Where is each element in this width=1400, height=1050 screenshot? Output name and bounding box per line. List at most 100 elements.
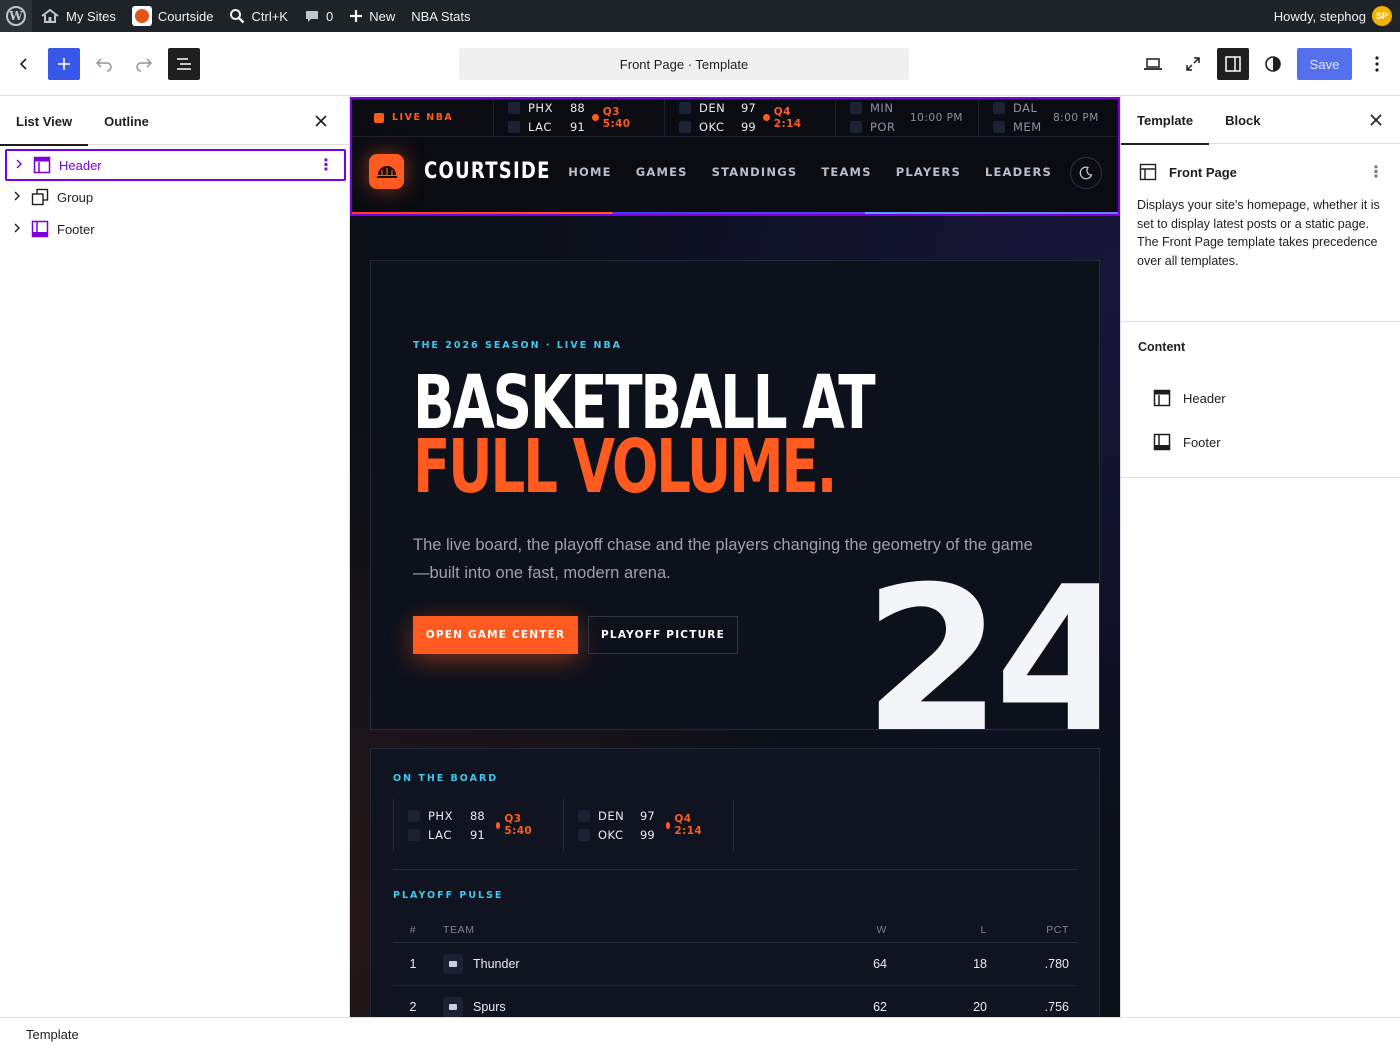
- list-item-footer[interactable]: Footer: [5, 213, 346, 245]
- options-menu-button[interactable]: [1361, 48, 1393, 80]
- tab-template[interactable]: Template: [1121, 97, 1210, 145]
- template-actions-icon[interactable]: ⋮: [1368, 162, 1384, 182]
- tipoff-time: 10:00 PM: [910, 111, 963, 124]
- command-search-button[interactable]: Ctrl+K: [221, 0, 295, 32]
- theme-toggle-button[interactable]: [1070, 157, 1102, 189]
- primary-nav: HOME GAMES STANDINGS TEAMS PLAYERS LEADE…: [568, 165, 1052, 179]
- settings-sidebar-toggle[interactable]: [1217, 48, 1249, 80]
- ticker-game[interactable]: DAL MEM 8:00 PM: [979, 99, 1118, 136]
- ticker-game[interactable]: MIN POR 10:00 PM: [836, 99, 979, 136]
- list-item-header[interactable]: Header ⋮: [5, 149, 346, 181]
- undo-icon: [95, 58, 112, 72]
- document-overview-button[interactable]: [168, 48, 200, 80]
- playoff-picture-button[interactable]: PLAYOFF PICTURE: [588, 616, 738, 654]
- plus-icon: [58, 58, 70, 70]
- thunder-logo-icon: [679, 121, 691, 133]
- ticker-game[interactable]: PHX 88 LAC 91 Q3 5:40: [494, 99, 665, 136]
- playoff-pulse-label: PLAYOFF PULSE: [393, 890, 504, 901]
- table-row[interactable]: 1 Thunder 64 18 .780: [393, 943, 1077, 986]
- nav-teams[interactable]: TEAMS: [821, 165, 871, 179]
- document-title-bar[interactable]: Front Page · Template: [459, 48, 909, 80]
- search-icon: [230, 9, 245, 24]
- undo-button[interactable]: [88, 48, 120, 80]
- hero-big-number: 24: [863, 544, 1100, 730]
- close-sidebar-button[interactable]: [1364, 108, 1388, 132]
- new-content-menu[interactable]: New: [341, 0, 403, 32]
- content-item-header[interactable]: Header: [1137, 376, 1384, 420]
- list-item-group[interactable]: Group: [5, 181, 346, 213]
- board-game[interactable]: DEN 97 OKC 99 Q4 2:14: [563, 799, 734, 851]
- mavericks-logo-icon: [993, 102, 1005, 114]
- board-game[interactable]: PHX 88 LAC 91 Q3 5:40: [393, 799, 564, 851]
- ticker-game[interactable]: DEN 97 OKC 99 Q4 2:14: [665, 99, 836, 136]
- game-clock: Q4 2:14: [662, 813, 719, 837]
- nav-leaders[interactable]: LEADERS: [985, 165, 1052, 179]
- site-title[interactable]: COURTSIDE: [424, 159, 551, 184]
- sidebar-icon: [1225, 56, 1241, 72]
- thunder-logo-icon: [578, 828, 590, 841]
- nav-home[interactable]: HOME: [568, 165, 612, 179]
- house-icon: [41, 8, 59, 23]
- nba-stats-link[interactable]: NBA Stats: [403, 0, 478, 32]
- block-options-icon[interactable]: ⋮: [318, 155, 334, 175]
- preview-device-button[interactable]: [1137, 48, 1169, 80]
- footer-template-part-icon: [1153, 433, 1171, 451]
- editor-canvas[interactable]: LIVE NBA PHX 88 LAC 91 Q3 5:40 DEN 97 OKC 99…: [350, 97, 1120, 1017]
- clippers-logo-icon: [408, 828, 420, 841]
- game-clock: Q3 5:40: [592, 106, 664, 130]
- styles-button[interactable]: [1257, 48, 1289, 80]
- nav-players[interactable]: PLAYERS: [896, 165, 961, 179]
- block-inserter-button[interactable]: [48, 48, 80, 80]
- blazers-logo-icon: [850, 121, 862, 133]
- plus-icon: [350, 10, 363, 22]
- open-game-center-button[interactable]: OPEN GAME CENTER: [413, 616, 578, 654]
- template-content-section: Content Header Footer: [1121, 322, 1400, 478]
- hero-headline: BASKETBALL AT FULL VOLUME.: [413, 360, 876, 510]
- save-button[interactable]: Save: [1297, 48, 1352, 80]
- vertical-dots-icon: [1375, 56, 1379, 72]
- nav-standings[interactable]: STANDINGS: [712, 165, 798, 179]
- site-header-block[interactable]: LIVE NBA PHX 88 LAC 91 Q3 5:40 DEN 97 OKC 99…: [350, 97, 1120, 216]
- template-title: Front Page: [1169, 164, 1237, 180]
- courtside-logo-icon[interactable]: [369, 154, 404, 189]
- tab-block[interactable]: Block: [1209, 97, 1276, 144]
- expand-chevron-icon[interactable]: [7, 191, 27, 204]
- expand-chevron-icon[interactable]: [7, 223, 27, 236]
- redo-icon: [136, 58, 153, 72]
- site-basketball-icon: [131, 6, 152, 26]
- list-view-icon: [177, 58, 191, 70]
- tipoff-time: 8:00 PM: [1053, 111, 1099, 124]
- wordpress-logo-button[interactable]: W: [0, 0, 32, 32]
- score-ticker: LIVE NBA PHX 88 LAC 91 Q3 5:40 DEN 97 OKC 99…: [352, 99, 1118, 137]
- board-section[interactable]: ON THE BOARD PHX 88 LAC 91 Q3 5:40 DEN 97 O…: [370, 748, 1100, 1017]
- comments-button[interactable]: 0: [296, 0, 341, 32]
- zoom-out-button[interactable]: [1177, 48, 1209, 80]
- live-badge: LIVE NBA: [352, 99, 494, 136]
- my-sites-menu[interactable]: My Sites: [32, 0, 124, 32]
- group-icon: [31, 188, 49, 206]
- divider: [393, 869, 1077, 870]
- back-button[interactable]: [8, 48, 40, 80]
- footer-template-part-icon: [31, 220, 49, 238]
- nav-games[interactable]: GAMES: [636, 165, 688, 179]
- tab-list-view[interactable]: List View: [0, 97, 89, 146]
- hero-section[interactable]: THE 2026 SEASON · LIVE NBA BASKETBALL AT…: [370, 260, 1100, 730]
- content-heading: Content: [1138, 340, 1186, 354]
- list-view-panel: List View Outline Header ⋮ Group Footer: [0, 97, 350, 1017]
- spurs-logo-icon: [443, 997, 463, 1017]
- close-list-view-button[interactable]: [309, 109, 333, 133]
- breadcrumb-template[interactable]: Template: [26, 1027, 79, 1042]
- tab-outline[interactable]: Outline: [88, 97, 165, 145]
- search-shortcut-label: Ctrl+K: [251, 8, 288, 24]
- comments-count: 0: [325, 8, 334, 24]
- expand-icon: [1186, 57, 1200, 71]
- wordpress-icon: W: [6, 6, 26, 26]
- table-row[interactable]: 2 Spurs 62 20 .756: [393, 986, 1077, 1017]
- expand-chevron-icon[interactable]: [9, 159, 29, 172]
- site-name-menu[interactable]: Courtside: [124, 0, 222, 32]
- account-menu[interactable]: Howdy, stephog SP: [1266, 0, 1400, 32]
- redo-button[interactable]: [128, 48, 160, 80]
- admin-bar: W My Sites Courtside Ctrl+K 0 New NBA St…: [0, 0, 1400, 32]
- content-item-footer[interactable]: Footer: [1137, 420, 1384, 464]
- layout-icon: [1139, 163, 1157, 181]
